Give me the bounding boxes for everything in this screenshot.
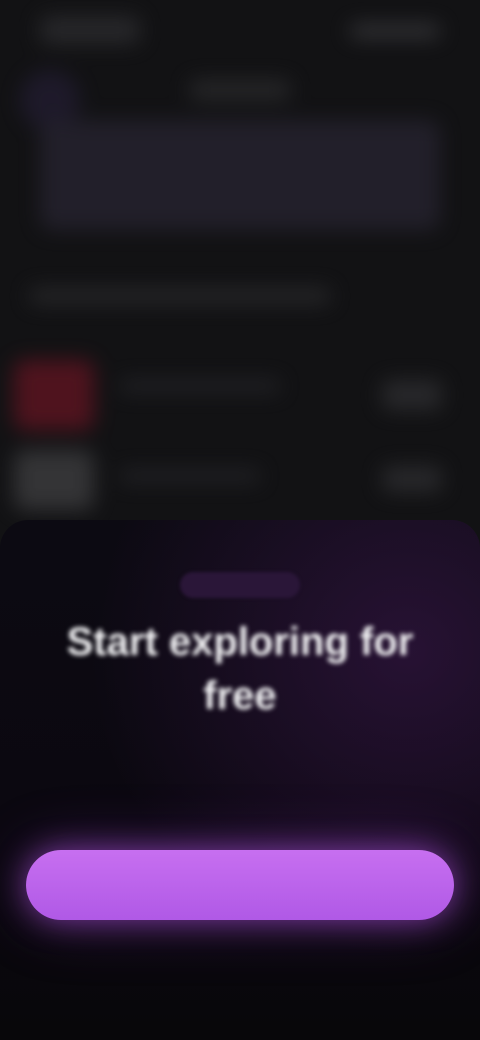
status-bar (0, 0, 480, 60)
status-icons (350, 24, 440, 38)
background-item-text-1 (120, 380, 280, 392)
app-logo (40, 16, 140, 44)
background-item-action-1 (382, 380, 442, 410)
sheet-badge (180, 572, 300, 598)
background-item-text-2 (120, 470, 260, 482)
background-hero-card (40, 120, 440, 230)
background-heading (190, 80, 290, 100)
sheet-title: Start exploring for free (66, 620, 414, 718)
bottom-sheet: Start exploring for free (0, 520, 480, 1040)
background-thumbnail-2 (14, 450, 94, 510)
background-section-title (30, 288, 330, 304)
background-thumbnail-1 (14, 360, 94, 430)
screen: Start exploring for free (0, 0, 480, 1040)
sheet-glow (0, 520, 480, 1040)
primary-cta-button[interactable] (26, 850, 454, 920)
background-item-action-2 (382, 466, 442, 492)
background-app-content (0, 0, 480, 560)
